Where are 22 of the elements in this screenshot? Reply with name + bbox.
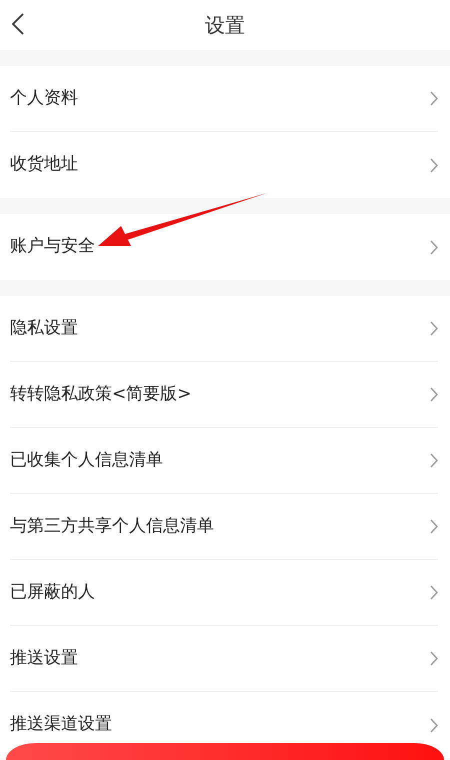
settings-item[interactable]: 隐私设置: [10, 316, 78, 342]
chevron-icon: [430, 158, 438, 172]
settings-item[interactable]: 转转隐私政策<简要版>: [10, 382, 192, 408]
chevron-icon: [430, 387, 438, 402]
settings-item[interactable]: 已屏蔽的人: [10, 580, 95, 606]
chevron-icon: [430, 585, 438, 600]
back-icon[interactable]: [12, 13, 24, 35]
chevron-icon: [430, 453, 438, 468]
settings-item[interactable]: 收货地址: [10, 152, 78, 178]
settings-item[interactable]: 账户与安全: [10, 234, 95, 260]
settings-item[interactable]: 推送设置: [10, 646, 78, 672]
settings-item[interactable]: 已收集个人信息清单: [10, 448, 163, 474]
chevron-icon: [430, 718, 438, 732]
page-title: 设置: [205, 12, 245, 39]
settings-item[interactable]: 个人资料: [10, 86, 78, 112]
chevron-icon: [430, 321, 438, 336]
chevron-icon: [430, 240, 438, 254]
settings-item[interactable]: 推送渠道设置: [10, 712, 112, 738]
chevron-icon: [430, 519, 438, 534]
settings-item[interactable]: 与第三方共享个人信息清单: [10, 514, 214, 540]
chevron-icon: [430, 651, 438, 666]
chevron-icon: [430, 91, 438, 106]
